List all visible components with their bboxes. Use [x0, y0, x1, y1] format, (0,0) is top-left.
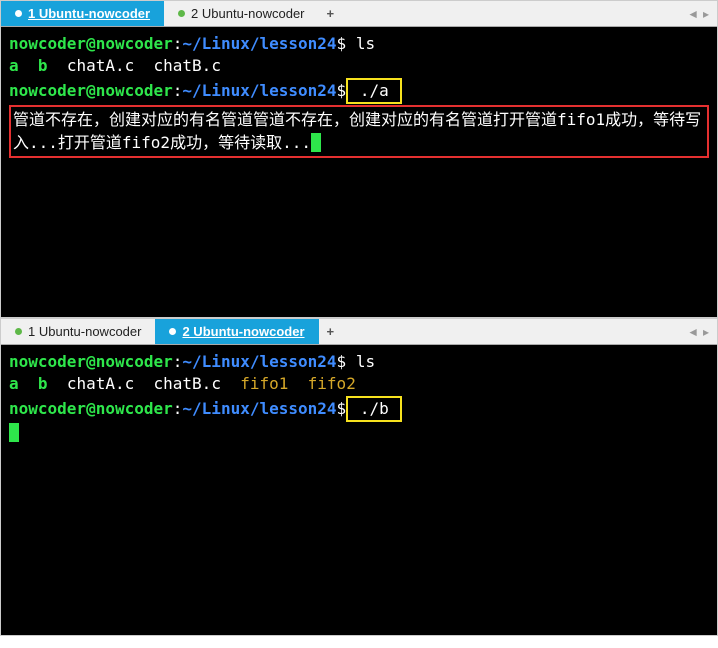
cursor-icon: [311, 133, 321, 152]
ls-pipe: fifo2: [308, 374, 356, 393]
ls-executable: b: [38, 374, 48, 393]
prompt-user: nowcoder@nowcoder: [9, 81, 173, 100]
modified-dot-icon: [15, 328, 22, 335]
tab-nav: ◄ ▸: [687, 325, 717, 339]
prompt-dollar: $: [337, 352, 347, 371]
nav-right-icon[interactable]: ▸: [703, 325, 709, 339]
program-output: 管道不存在，创建对应的有名管道管道不存在，创建对应的有名管道打开管道fifo1成…: [13, 110, 701, 151]
tab-1[interactable]: 1 Ubuntu-nowcoder: [1, 1, 164, 26]
prompt-dollar: $: [337, 81, 347, 100]
command-text: ./b: [360, 399, 389, 418]
ls-pipe: fifo1: [240, 374, 288, 393]
tab-2[interactable]: 2 Ubuntu-nowcoder: [155, 319, 318, 344]
tab-bar: 1 Ubuntu-nowcoder 2 Ubuntu-nowcoder + ◄ …: [1, 319, 717, 345]
tab-label: 1 Ubuntu-nowcoder: [28, 324, 141, 339]
modified-dot-icon: [178, 10, 185, 17]
prompt-colon: :: [173, 399, 183, 418]
new-tab-button[interactable]: +: [319, 324, 343, 339]
prompt-colon: :: [173, 352, 183, 371]
nav-left-icon[interactable]: ◄: [687, 325, 699, 339]
cursor-icon: [9, 423, 19, 442]
tab-label: 1 Ubuntu-nowcoder: [28, 6, 150, 21]
ls-executable: a: [9, 374, 19, 393]
ls-file: chatA.c: [67, 374, 134, 393]
new-tab-button[interactable]: +: [319, 6, 343, 21]
tab-1[interactable]: 1 Ubuntu-nowcoder: [1, 319, 155, 344]
highlighted-command: ./a: [346, 78, 402, 104]
modified-dot-icon: [169, 328, 176, 335]
prompt-dollar: $: [337, 34, 347, 53]
highlighted-command: ./b: [346, 396, 402, 422]
terminal-window-1: 1 Ubuntu-nowcoder 2 Ubuntu-nowcoder + ◄ …: [0, 0, 718, 318]
terminal-body[interactable]: nowcoder@nowcoder:~/Linux/lesson24$ ls a…: [1, 345, 717, 635]
prompt-path: ~/Linux/lesson24: [182, 34, 336, 53]
terminal-window-2: 1 Ubuntu-nowcoder 2 Ubuntu-nowcoder + ◄ …: [0, 318, 718, 636]
modified-dot-icon: [15, 10, 22, 17]
command-text: ./a: [360, 81, 389, 100]
nav-left-icon[interactable]: ◄: [687, 7, 699, 21]
tab-2[interactable]: 2 Ubuntu-nowcoder: [164, 1, 318, 26]
prompt-path: ~/Linux/lesson24: [182, 399, 336, 418]
nav-right-icon[interactable]: ▸: [703, 7, 709, 21]
highlighted-output: 管道不存在，创建对应的有名管道管道不存在，创建对应的有名管道打开管道fifo1成…: [9, 105, 709, 158]
ls-executable: a: [9, 56, 19, 75]
prompt-user: nowcoder@nowcoder: [9, 34, 173, 53]
prompt-dollar: $: [337, 399, 347, 418]
tab-label: 2 Ubuntu-nowcoder: [182, 324, 304, 339]
tab-nav: ◄ ▸: [687, 7, 717, 21]
ls-file: chatB.c: [154, 56, 221, 75]
ls-executable: b: [38, 56, 48, 75]
prompt-colon: :: [173, 81, 183, 100]
terminal-body[interactable]: nowcoder@nowcoder:~/Linux/lesson24$ ls a…: [1, 27, 717, 317]
prompt-user: nowcoder@nowcoder: [9, 352, 173, 371]
command-text: ls: [356, 34, 375, 53]
ls-file: chatA.c: [67, 56, 134, 75]
command-text: ls: [356, 352, 375, 371]
prompt-path: ~/Linux/lesson24: [182, 352, 336, 371]
prompt-user: nowcoder@nowcoder: [9, 399, 173, 418]
tab-label: 2 Ubuntu-nowcoder: [191, 6, 304, 21]
prompt-colon: :: [173, 34, 183, 53]
ls-file: chatB.c: [154, 374, 221, 393]
tab-bar: 1 Ubuntu-nowcoder 2 Ubuntu-nowcoder + ◄ …: [1, 1, 717, 27]
prompt-path: ~/Linux/lesson24: [182, 81, 336, 100]
